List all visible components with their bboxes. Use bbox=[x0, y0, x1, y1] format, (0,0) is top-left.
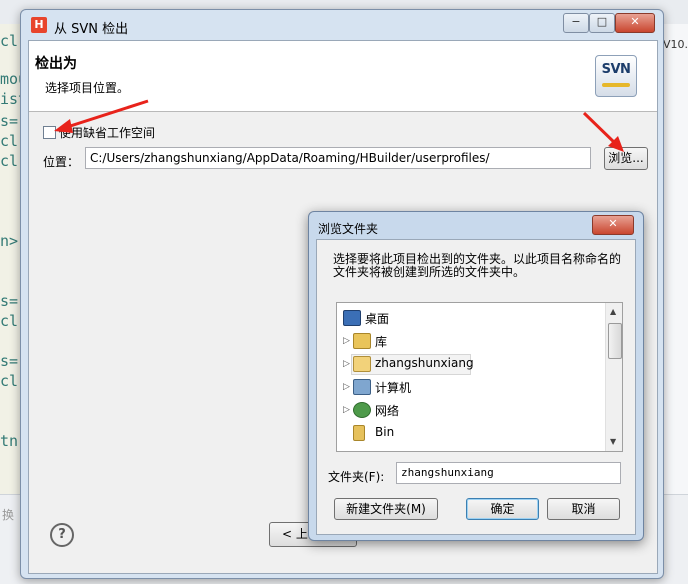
tree-item-bin[interactable]: Bin bbox=[337, 422, 605, 444]
tree-item-label: 网络 bbox=[375, 404, 400, 418]
expand-arrow-icon[interactable]: ▷ bbox=[343, 405, 350, 415]
browse-close-button[interactable]: ✕ bbox=[592, 215, 634, 235]
browse-dialog-client: 选择要将此项目检出到的文件夹。以此项目名称命名的文件夹将被创建到所选的文件夹中。… bbox=[316, 239, 636, 535]
cancel-button[interactable]: 取消 bbox=[547, 498, 620, 520]
expand-arrow-icon[interactable]: ▷ bbox=[343, 336, 350, 346]
expand-arrow-icon[interactable]: ▷ bbox=[343, 382, 350, 392]
user-folder-icon bbox=[353, 356, 371, 372]
browse-dialog-description: 选择要将此项目检出到的文件夹。以此项目名称命名的文件夹将被创建到所选的文件夹中。 bbox=[333, 252, 622, 279]
library-icon bbox=[353, 333, 371, 349]
tree-item-computer[interactable]: ▷ 计算机 bbox=[337, 376, 605, 398]
scroll-thumb[interactable] bbox=[608, 323, 622, 359]
tree-item-user-folder[interactable]: ▷ zhangshunxiang bbox=[337, 353, 605, 375]
tree-item-label: 计算机 bbox=[375, 381, 412, 395]
tree-item-network[interactable]: ▷ 网络 bbox=[337, 399, 605, 421]
folder-tree[interactable]: 桌面 ▷ 库 ▷ zhangshunxiang ▷ 计算机 ▷ 网络 Bin ▲… bbox=[336, 302, 623, 452]
desktop-icon bbox=[343, 310, 361, 326]
tree-item-label: 桌面 bbox=[365, 312, 390, 326]
folder-icon bbox=[353, 425, 365, 441]
network-icon bbox=[353, 402, 371, 418]
scroll-down-arrow-icon[interactable]: ▼ bbox=[610, 437, 616, 446]
new-folder-button[interactable]: 新建文件夹(M) bbox=[334, 498, 438, 520]
arrow-to-checkbox bbox=[54, 99, 149, 133]
tree-scrollbar[interactable]: ▲ ▼ bbox=[605, 303, 622, 451]
browse-dialog-title: 浏览文件夹 bbox=[318, 222, 379, 236]
tree-item-label: Bin bbox=[375, 425, 395, 439]
folder-input[interactable]: zhangshunxiang bbox=[396, 462, 621, 484]
tree-item-label: 库 bbox=[375, 335, 388, 349]
browse-folder-dialog: 浏览文件夹 ✕ 选择要将此项目检出到的文件夹。以此项目名称命名的文件夹将被创建到… bbox=[308, 211, 644, 541]
tree-item-library[interactable]: ▷ 库 bbox=[337, 330, 605, 352]
arrow-to-browse-button bbox=[582, 111, 624, 152]
expand-arrow-icon[interactable]: ▷ bbox=[343, 359, 350, 369]
close-icon: ✕ bbox=[608, 217, 618, 230]
ok-button[interactable]: 确定 bbox=[466, 498, 539, 520]
scroll-up-arrow-icon[interactable]: ▲ bbox=[610, 307, 616, 316]
folder-label: 文件夹(F): bbox=[328, 470, 385, 484]
tree-item-desktop[interactable]: 桌面 bbox=[337, 307, 605, 329]
tree-item-label: zhangshunxiang bbox=[375, 356, 474, 370]
computer-icon bbox=[353, 379, 371, 395]
